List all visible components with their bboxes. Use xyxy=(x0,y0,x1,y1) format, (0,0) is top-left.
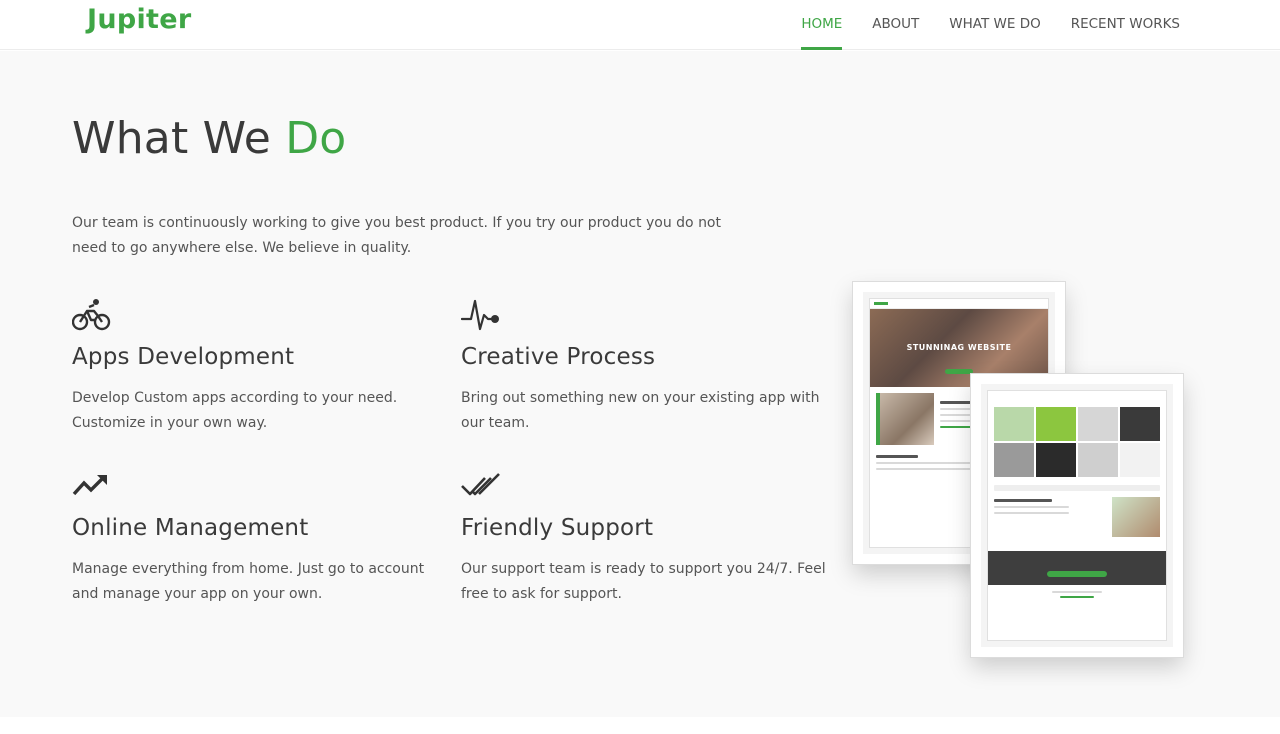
mockup-dark-banner xyxy=(988,551,1166,585)
bicycle-icon xyxy=(72,299,111,331)
main-nav: HOME ABOUT WHAT WE DO RECENT WORKS xyxy=(771,0,1180,50)
nav-item-home[interactable]: HOME xyxy=(801,0,842,50)
nav-item-recent-works[interactable]: RECENT WORKS xyxy=(1071,0,1180,50)
nav-item-what-we-do[interactable]: WHAT WE DO xyxy=(949,0,1040,50)
mockup-frame-front xyxy=(970,373,1184,658)
feature-text: Our support team is ready to support you… xyxy=(461,561,826,602)
feature-online-management: Online Management Manage everything from… xyxy=(72,468,442,607)
nav-item-about[interactable]: ABOUT xyxy=(872,0,919,50)
section-title: What We Do xyxy=(72,113,346,164)
section-title-accent: Do xyxy=(285,113,347,164)
feature-text: Manage everything from home. Just go to … xyxy=(72,561,425,602)
mockup-banner-button xyxy=(1047,571,1107,577)
pulse-icon xyxy=(461,299,499,331)
mockup-nav xyxy=(870,299,1048,309)
mockup-screen xyxy=(987,390,1167,641)
mockup-hero-text: STUNNINAG WEBSITE xyxy=(906,343,1012,352)
feature-title: Apps Development xyxy=(72,344,295,370)
what-we-do-section: What We Do Our team is continuously work… xyxy=(0,51,1280,717)
feature-friendly-support: Friendly Support Our support team is rea… xyxy=(461,468,831,607)
feature-creative-process: Creative Process Bring out something new… xyxy=(461,297,831,436)
mockup-top-strip xyxy=(988,391,1166,399)
logo[interactable]: Jupiter xyxy=(87,4,191,35)
mockup-tabs xyxy=(988,485,1166,491)
section-title-main: What We xyxy=(72,113,286,164)
section-intro: Our team is continuously working to give… xyxy=(72,215,721,256)
mockup-footer-text xyxy=(988,585,1166,604)
mockup-image-grid xyxy=(994,407,1160,477)
trending-up-icon xyxy=(72,475,107,496)
feature-title: Creative Process xyxy=(461,344,656,370)
mockup-business-row xyxy=(988,495,1166,545)
mockup-team-photo xyxy=(876,393,934,445)
mockup-logo xyxy=(874,302,888,305)
site-header: Jupiter HOME ABOUT WHAT WE DO RECENT WOR… xyxy=(0,0,1280,50)
feature-title: Friendly Support xyxy=(461,515,654,541)
feature-title: Online Management xyxy=(72,515,309,541)
double-check-icon xyxy=(461,473,500,496)
mockup-hero-button xyxy=(945,369,973,374)
feature-text: Bring out something new on your existing… xyxy=(461,390,820,431)
feature-text: Develop Custom apps according to your ne… xyxy=(72,390,398,431)
feature-apps-development: Apps Development Develop Custom apps acc… xyxy=(72,297,442,436)
mockup-person-photo xyxy=(1112,497,1160,537)
